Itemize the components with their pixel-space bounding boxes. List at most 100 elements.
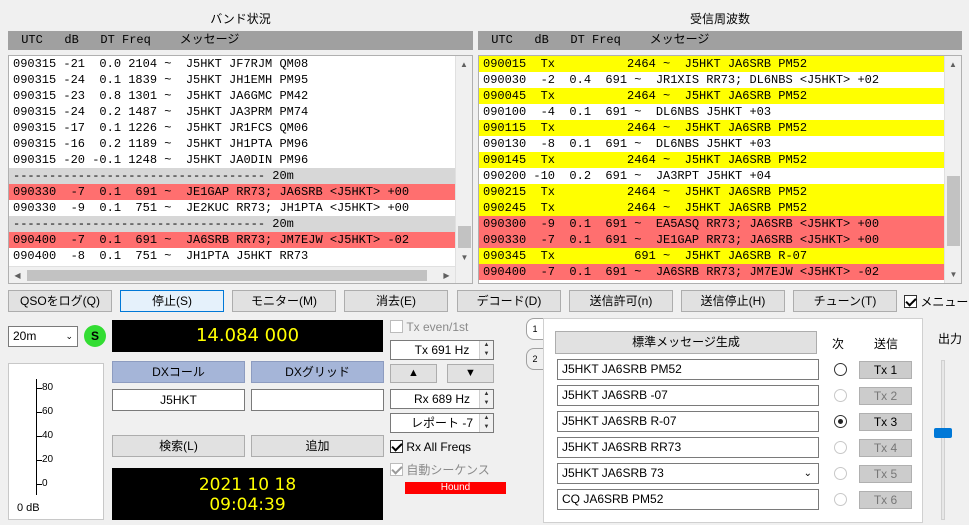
message-row[interactable]: 090315 -21 0.0 2104 ~ J5HKT JF7RJM QM08 [9,56,472,72]
tx3-button[interactable]: Tx 3 [859,413,912,431]
clock-display: 2021 10 18 09:04:39 [112,468,383,520]
tx5-button[interactable]: Tx 5 [859,465,912,483]
tx6-button[interactable]: Tx 6 [859,491,912,509]
message-row[interactable]: 090300 -9 0.1 691 ~ EA5ASQ RR73; JA6SRB … [479,216,961,232]
rx-frequency-vscroll[interactable]: ▲ ▼ [944,56,961,283]
band-activity-vscroll[interactable]: ▲ ▼ [455,56,472,283]
chevron-down-icon[interactable]: ⌄ [804,464,812,483]
lookup-button[interactable]: 検索(L) [112,435,245,457]
message-row[interactable]: 090200 -10 0.2 691 ~ JA3RPT J5HKT +04 [479,168,961,184]
report-spinbox[interactable]: レポート -7 ▲ ▼ [390,413,494,433]
erase-button[interactable]: 消去(E) [344,290,448,312]
scroll-thumb[interactable] [458,226,471,248]
monitor-button[interactable]: モニター(M) [232,290,336,312]
message-field-6[interactable]: CQ JA6SRB PM52 [557,489,819,510]
band-value: 20m [13,329,37,343]
scroll-thumb-h[interactable] [27,270,427,281]
message-row[interactable]: 090145 Tx 2464 ~ J5HKT JA6SRB PM52 [479,152,961,168]
message-field-2[interactable]: J5HKT JA6SRB -07 [557,385,819,406]
message-row[interactable]: 090130 -8 0.1 691 ~ DL6NBS J5HKT +03 [479,136,961,152]
rx-freq-spinbox[interactable]: Rx 689 Hz ▲ ▼ [390,389,494,409]
tab-1[interactable]: 1 [526,318,543,340]
halt-tx-button[interactable]: 送信停止(H) [681,290,785,312]
band-activity-list[interactable]: 090315 -21 0.0 2104 ~ J5HKT JF7RJM QM08 0… [8,55,473,284]
generate-messages-button[interactable]: 標準メッセージ生成 [555,331,817,354]
tab-2[interactable]: 2 [526,348,543,370]
message-row[interactable]: 090315 -16 0.2 1189 ~ J5HKT JH1PTA PM96 [9,136,472,152]
message-row[interactable]: 090115 Tx 2464 ~ J5HKT JA6SRB PM52 [479,120,961,136]
message-row[interactable]: 090045 Tx 2464 ~ J5HKT JA6SRB PM52 [479,88,961,104]
checkbox-icon[interactable] [390,440,403,454]
menus-checkbox[interactable]: メニュー [904,293,968,310]
scroll-thumb[interactable] [947,176,960,246]
message-row[interactable]: 090315 -24 0.2 1487 ~ J5HKT JA3PRM PM74 [9,104,472,120]
scroll-up-icon[interactable]: ▲ [456,56,472,73]
tx-freq-spinbox[interactable]: Tx 691 Hz ▲ ▼ [390,340,494,360]
rx-frequency-list[interactable]: 090015 Tx 2464 ~ J5HKT JA6SRB PM52 090030… [478,55,962,284]
message-row[interactable]: 090330 -9 0.1 751 ~ JE2KUC RR73; JH1PTA … [9,200,472,216]
band-activity-hscroll[interactable]: ◀ ▶ [9,266,455,283]
dx-call-label: DXコール [112,361,245,383]
dx-grid-input[interactable] [251,389,384,411]
tx4-button[interactable]: Tx 4 [859,439,912,457]
next-radio-5[interactable] [834,467,847,480]
scroll-up-icon[interactable]: ▲ [945,56,961,73]
message-row[interactable]: 090315 -23 0.8 1301 ~ J5HKT JA6GMC PM42 [9,88,472,104]
message-field-3[interactable]: J5HKT JA6SRB R-07 [557,411,819,432]
next-radio-1[interactable] [834,363,847,376]
next-radio-4[interactable] [834,441,847,454]
message-row[interactable]: 090345 Tx 691 ~ J5HKT JA6SRB R-07 [479,248,961,264]
separator-row[interactable]: ----------------------------------- 20m [9,216,472,232]
rx-all-freqs-checkbox[interactable]: Rx All Freqs [390,439,471,454]
next-radio-2[interactable] [834,389,847,402]
spin-arrows-icon[interactable]: ▲ ▼ [479,341,493,359]
auto-seq-label: 自動シーケンス [406,463,490,477]
output-slider-track[interactable] [941,360,945,520]
arrow-up-button[interactable]: ▲ [390,364,437,383]
auto-seq-checkbox[interactable]: 自動シーケンス [390,461,490,478]
message-row[interactable]: 090400 -7 0.1 691 ~ JA6SRB RR73; JM7EJW … [479,264,961,280]
spin-arrows-icon[interactable]: ▲ ▼ [479,414,493,432]
message-field-4[interactable]: J5HKT JA6SRB RR73 [557,437,819,458]
message-row[interactable]: 090030 -2 0.4 691 ~ JR1XIS RR73; DL6NBS … [479,72,961,88]
message-row[interactable]: 090400 -8 0.1 751 ~ JH1PTA J5HKT RR73 [9,248,472,264]
message-row[interactable]: 090330 -7 0.1 691 ~ JE1GAP RR73; JA6SRB … [9,184,472,200]
tx-even-checkbox[interactable]: Tx even/1st [390,319,468,334]
spin-arrows-icon[interactable]: ▲ ▼ [479,390,493,408]
add-button[interactable]: 追加 [251,435,384,457]
separator-row[interactable]: ----------------------------------- 20m [9,168,472,184]
message-row[interactable]: 090100 -4 0.1 691 ~ DL6NBS J5HKT +03 [479,104,961,120]
message-row[interactable]: 090245 Tx 2464 ~ J5HKT JA6SRB PM52 [479,200,961,216]
scroll-right-icon[interactable]: ▶ [438,267,455,283]
tx2-button[interactable]: Tx 2 [859,387,912,405]
arrow-down-button[interactable]: ▼ [447,364,494,383]
message-row[interactable]: 090315 -20 -0.1 1248 ~ J5HKT JA0DIN PM96 [9,152,472,168]
scroll-left-icon[interactable]: ◀ [9,267,26,283]
stop-button[interactable]: 停止(S) [120,290,224,312]
message-row[interactable]: 090215 Tx 2464 ~ J5HKT JA6SRB PM52 [479,184,961,200]
checkbox-icon[interactable] [904,295,917,308]
output-slider-thumb[interactable] [934,428,952,438]
tx1-button[interactable]: Tx 1 [859,361,912,379]
band-select[interactable]: 20m ⌄ [8,326,78,347]
scroll-down-icon[interactable]: ▼ [456,249,472,266]
checkbox-icon[interactable] [390,463,403,476]
message-row[interactable]: 090015 Tx 2464 ~ J5HKT JA6SRB PM52 [479,56,961,72]
next-radio-3[interactable] [834,415,847,428]
message-row[interactable]: 090330 -7 0.1 691 ~ JE1GAP RR73; JA6SRB … [479,232,961,248]
tune-button[interactable]: チューン(T) [793,290,897,312]
decode-button[interactable]: デコード(D) [457,290,561,312]
checkbox-icon[interactable] [390,320,403,334]
message-row[interactable]: 090400 -7 0.1 691 ~ JA6SRB RR73; JM7EJW … [9,232,472,248]
next-radio-6[interactable] [834,493,847,506]
log-qso-button[interactable]: QSOをログ(Q) [8,290,112,312]
enable-tx-button[interactable]: 送信許可(n) [569,290,673,312]
tx-freq-value: Tx 691 Hz [414,343,470,357]
rx-all-freqs-label: Rx All Freqs [406,439,472,454]
dx-call-input[interactable]: J5HKT [112,389,245,411]
message-field-1[interactable]: J5HKT JA6SRB PM52 [557,359,819,380]
message-row[interactable]: 090315 -24 0.1 1839 ~ J5HKT JH1EMH PM95 [9,72,472,88]
message-row[interactable]: 090315 -17 0.1 1226 ~ J5HKT JR1FCS QM06 [9,120,472,136]
scroll-down-icon[interactable]: ▼ [945,266,961,283]
message-combo-5[interactable]: J5HKT JA6SRB 73 ⌄ [557,463,819,484]
